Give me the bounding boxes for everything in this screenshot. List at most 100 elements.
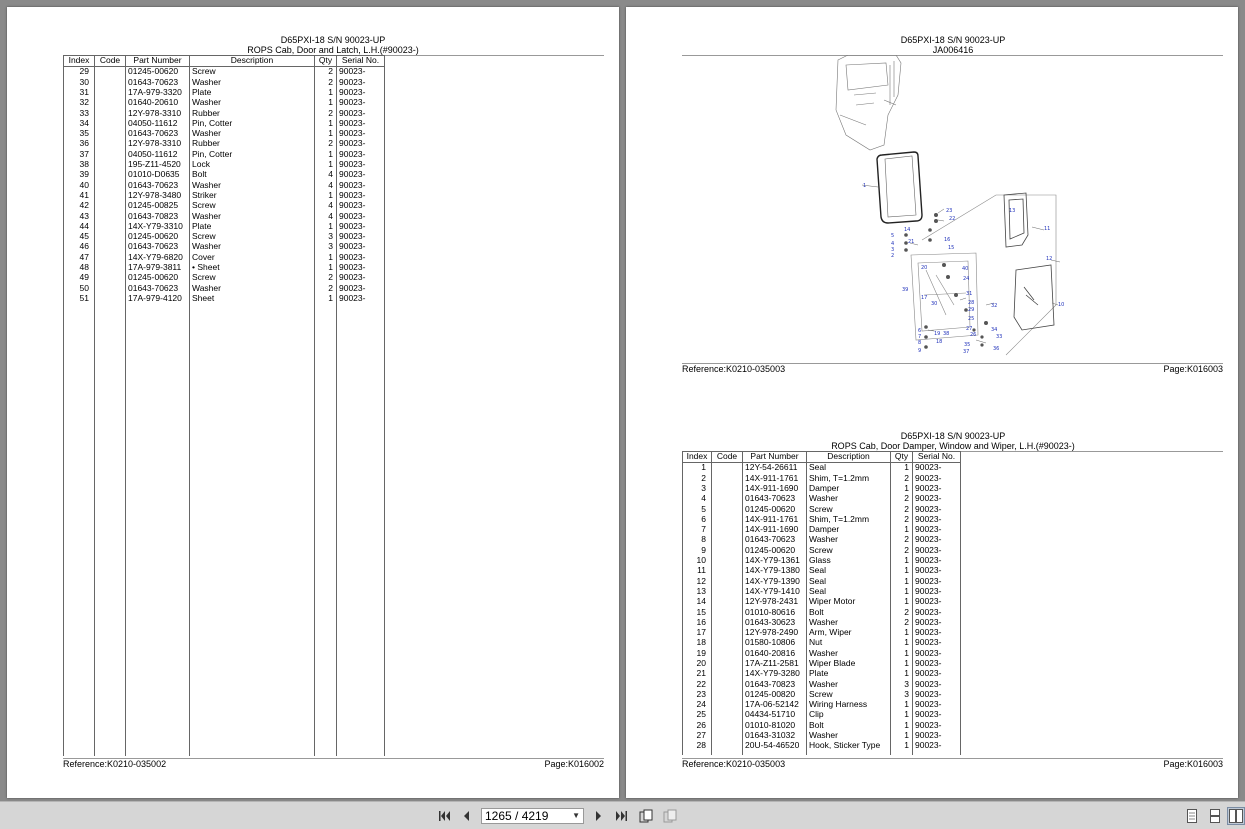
col-part-number-cell: 14X-Y79-6820 xyxy=(125,252,190,263)
parts-table-lower: Index Code Part Number Description Qty Serial… xyxy=(682,451,961,756)
callout-label: 27 xyxy=(966,326,972,332)
col-code-cell xyxy=(94,118,126,129)
col-part-number-cell: 01643-70623 xyxy=(125,180,190,191)
col-qty-cell: 1 xyxy=(314,97,337,109)
document-page-left: D65PXI-18 S/N 90023-UP ROPS Cab, Door an… xyxy=(7,7,619,798)
col-part-number-cell: 14X-Y79-3310 xyxy=(125,221,190,232)
table-row: 29 01245-00620 Screw 2 90023- xyxy=(63,66,385,78)
exploded-parts-diagram: 1234567891011121314151617181920212223242… xyxy=(835,55,1064,356)
col-serial-cell: 90023- xyxy=(912,524,961,536)
filler-cell xyxy=(314,303,337,756)
col-serial-cell: 90023- xyxy=(912,555,961,566)
continuous-view-icon[interactable] xyxy=(1206,807,1224,825)
callout-label: 38 xyxy=(943,331,949,337)
col-description-cell: Screw xyxy=(189,231,315,243)
col-qty-cell: 1 xyxy=(890,699,913,711)
filler-cell xyxy=(189,303,315,756)
page-number-input[interactable]: 1265 / 4219 ▼ xyxy=(481,808,584,824)
callout-label: 24 xyxy=(963,276,969,282)
col-serial-cell: 90023- xyxy=(336,283,385,294)
col-qty-cell: 2 xyxy=(314,139,337,150)
col-index-cell: 3 xyxy=(682,483,712,494)
col-description-cell: Wiper Blade xyxy=(806,658,891,669)
page-subtitle: ROPS Cab, Door and Latch, L.H.(#90023-) xyxy=(247,45,419,55)
col-part-number-cell: 12Y-978-2431 xyxy=(742,596,807,608)
col-qty-cell: 3 xyxy=(890,689,913,700)
callout-label: 5 xyxy=(891,233,894,239)
col-serial-cell: 90023- xyxy=(336,169,385,181)
col-index-cell: 20 xyxy=(682,658,712,669)
col-code-cell xyxy=(94,169,126,181)
col-qty-cell: 1 xyxy=(314,118,337,129)
table-row: 20 17A-Z11-2581 Wiper Blade 1 90023- xyxy=(682,658,961,669)
facing-view-icon[interactable] xyxy=(1227,807,1245,825)
table-row: 33 12Y-978-3310 Rubber 2 90023- xyxy=(63,108,385,119)
col-qty-cell: 1 xyxy=(314,128,337,140)
table-row: 25 04434-51710 Clip 1 90023- xyxy=(682,710,961,721)
col-part-number-cell: 12Y-978-3310 xyxy=(125,108,190,119)
col-part-number-cell: 01010-80616 xyxy=(742,607,807,618)
next-page-icon[interactable] xyxy=(590,807,608,825)
table-row: 39 01010-D0635 Bolt 4 90023- xyxy=(63,169,385,181)
dropdown-arrow-icon[interactable]: ▼ xyxy=(572,809,580,823)
col-qty-cell: 4 xyxy=(314,211,337,222)
col-serial-cell: 90023- xyxy=(912,473,961,484)
col-description-cell: Screw xyxy=(806,545,891,556)
col-part-number-cell: 01643-70823 xyxy=(742,679,807,690)
table-row: 22 01643-70823 Washer 3 90023- xyxy=(682,679,961,690)
callout-label: 16 xyxy=(944,237,950,243)
col-serial-cell: 90023- xyxy=(336,118,385,129)
table-row: 14 12Y-978-2431 Wiper Motor 1 90023- xyxy=(682,596,961,608)
table-row: 51 17A-979-4120 Sheet 1 90023- xyxy=(63,293,385,304)
prev-page-icon[interactable] xyxy=(457,807,475,825)
col-description-cell: Screw xyxy=(189,272,315,284)
first-page-icon[interactable] xyxy=(436,807,454,825)
col-serial-cell: 90023- xyxy=(912,535,961,546)
col-description-cell: Wiper Motor xyxy=(806,596,891,608)
col-index-cell: 37 xyxy=(63,149,95,160)
col-index-cell: 32 xyxy=(63,97,95,109)
col-qty-cell: 1 xyxy=(890,648,913,659)
col-serial-cell: 90023- xyxy=(912,493,961,505)
rotate-icon[interactable] xyxy=(637,807,655,825)
col-index-cell: 2 xyxy=(682,473,712,484)
filler-cell xyxy=(125,303,190,756)
two-page-icon[interactable] xyxy=(661,807,679,825)
col-description-cell: Glass xyxy=(806,555,891,566)
table-row: 30 01643-70623 Washer 2 90023- xyxy=(63,77,385,88)
col-part-number-cell: 01245-00620 xyxy=(125,231,190,243)
last-page-icon[interactable] xyxy=(612,807,630,825)
col-qty-cell: 2 xyxy=(890,514,913,525)
col-part-number-cell: 04050-11612 xyxy=(125,149,190,160)
col-qty-cell: 1 xyxy=(314,87,337,98)
col-index-cell: 51 xyxy=(63,293,95,304)
col-code-cell xyxy=(711,689,743,700)
col-index-cell: 46 xyxy=(63,242,95,253)
col-part-number-header: Part Number xyxy=(125,55,190,67)
col-serial-cell: 90023- xyxy=(336,77,385,88)
col-serial-cell: 90023- xyxy=(912,658,961,669)
table-row: 1 12Y-54-26611 Seal 1 90023- xyxy=(682,462,961,474)
col-index-cell: 25 xyxy=(682,710,712,721)
col-code-cell xyxy=(711,710,743,721)
col-description-cell: Washer xyxy=(189,128,315,140)
table-row: 37 04050-11612 Pin, Cotter 1 90023- xyxy=(63,149,385,160)
col-serial-cell: 90023- xyxy=(912,514,961,525)
col-part-number-cell: 01640-20610 xyxy=(125,97,190,109)
col-description-cell: Bolt xyxy=(806,607,891,618)
col-serial-cell: 90023- xyxy=(912,710,961,721)
col-index-header: Index xyxy=(63,55,95,67)
col-qty-cell: 4 xyxy=(314,169,337,181)
col-index-cell: 47 xyxy=(63,252,95,263)
col-serial-cell: 90023- xyxy=(336,293,385,304)
callout-label: 11 xyxy=(1044,226,1050,232)
col-description-cell: Screw xyxy=(189,66,315,78)
callout-label: 2 xyxy=(891,253,894,259)
col-code-cell xyxy=(711,638,743,649)
col-part-number-cell: 14X-Y79-1361 xyxy=(742,555,807,566)
single-page-view-icon[interactable] xyxy=(1183,807,1201,825)
col-part-number-cell: 14X-Y79-3280 xyxy=(742,668,807,680)
table-row: 5 01245-00620 Screw 2 90023- xyxy=(682,504,961,515)
callout-label: 36 xyxy=(993,346,999,352)
callout-label: 9 xyxy=(918,348,921,354)
